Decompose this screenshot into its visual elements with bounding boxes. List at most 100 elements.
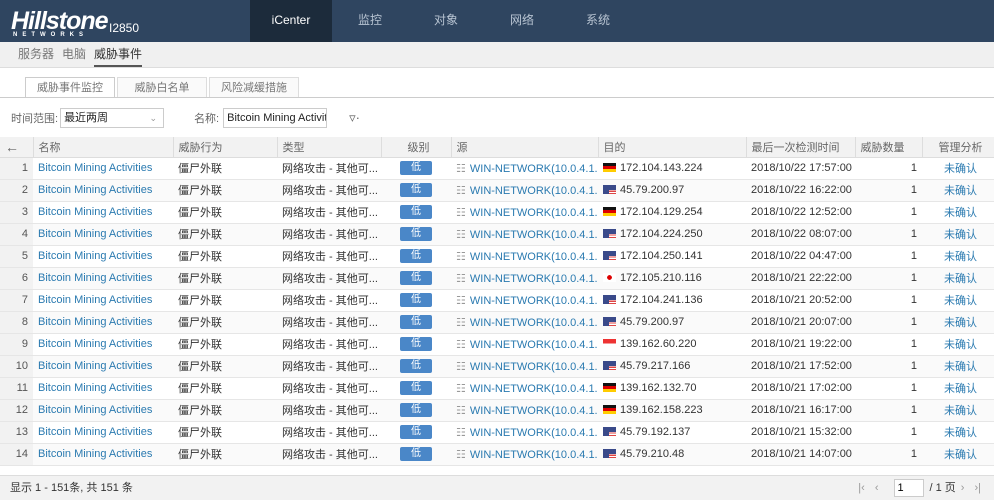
source-link[interactable]: WIN-NETWORK(10.0.4.1... <box>470 405 598 417</box>
nav-system[interactable]: 系统 <box>560 0 636 42</box>
threat-type: 网络攻击 - 其他可... <box>277 179 381 202</box>
source-link[interactable]: WIN-NETWORK(10.0.4.1... <box>470 273 598 285</box>
funnel-icon[interactable]: ▿· <box>349 110 360 126</box>
first-page-icon[interactable]: |‹ <box>858 476 865 500</box>
back-arrow-icon[interactable]: ← <box>0 137 34 158</box>
source-link[interactable]: WIN-NETWORK(10.0.4.1... <box>470 163 598 175</box>
threat-type: 网络攻击 - 其他可... <box>277 355 381 378</box>
source-link[interactable]: WIN-NETWORK(10.0.4.1... <box>470 295 598 307</box>
table-row[interactable]: 6 Bitcoin Mining Activities 僵尸外联 网络攻击 - … <box>0 267 994 290</box>
source-link[interactable]: WIN-NETWORK(10.0.4.1... <box>470 229 598 241</box>
analysis-status-link[interactable]: 未确认 <box>922 333 994 356</box>
event-name-link[interactable]: Bitcoin Mining Activities <box>33 443 173 466</box>
event-name-link[interactable]: Bitcoin Mining Activities <box>33 421 173 444</box>
table-row[interactable]: 11 Bitcoin Mining Activities 僵尸外联 网络攻击 -… <box>0 377 994 400</box>
nav-icenter[interactable]: iCenter <box>250 0 332 42</box>
level-badge: 低 <box>400 447 432 461</box>
nav-monitor[interactable]: 监控 <box>332 0 408 42</box>
source-link[interactable]: WIN-NETWORK(10.0.4.1... <box>470 339 598 351</box>
analysis-status-link[interactable]: 未确认 <box>922 289 994 312</box>
table-row[interactable]: 8 Bitcoin Mining Activities 僵尸外联 网络攻击 - … <box>0 311 994 334</box>
tab-mitigation[interactable]: 风险减缓措施 <box>209 77 299 98</box>
analysis-status-link[interactable]: 未确认 <box>922 267 994 290</box>
source-link[interactable]: WIN-NETWORK(10.0.4.1... <box>470 449 598 461</box>
destination-ip: 172.104.143.224 <box>620 162 703 174</box>
analysis-status-link[interactable]: 未确认 <box>922 443 994 466</box>
event-name-link[interactable]: Bitcoin Mining Activities <box>33 179 173 202</box>
analysis-status-link[interactable]: 未确认 <box>922 355 994 378</box>
event-name-link[interactable]: Bitcoin Mining Activities <box>33 399 173 422</box>
threat-count: 1 <box>855 267 922 290</box>
network-icon: ☷ <box>456 426 466 439</box>
event-name-link[interactable]: Bitcoin Mining Activities <box>33 267 173 290</box>
time-range-select[interactable]: 最近两周 ⌄ <box>60 108 165 128</box>
network-icon: ☷ <box>456 360 466 373</box>
subnav-servers[interactable]: 服务器 <box>18 42 54 67</box>
analysis-status-link[interactable]: 未确认 <box>922 157 994 180</box>
table-row[interactable]: 9 Bitcoin Mining Activities 僵尸外联 网络攻击 - … <box>0 333 994 356</box>
source-link[interactable]: WIN-NETWORK(10.0.4.1... <box>470 317 598 329</box>
col-type[interactable]: 类型 <box>277 137 382 158</box>
event-name-link[interactable]: Bitcoin Mining Activities <box>33 377 173 400</box>
last-page-icon[interactable]: ›| <box>974 476 981 500</box>
col-source[interactable]: 源 <box>451 137 599 158</box>
source-link[interactable]: WIN-NETWORK(10.0.4.1... <box>470 427 598 439</box>
analysis-status-link[interactable]: 未确认 <box>922 399 994 422</box>
table-row[interactable]: 10 Bitcoin Mining Activities 僵尸外联 网络攻击 -… <box>0 355 994 378</box>
analysis-status-link[interactable]: 未确认 <box>922 245 994 268</box>
analysis-status-link[interactable]: 未确认 <box>922 311 994 334</box>
table-row[interactable]: 5 Bitcoin Mining Activities 僵尸外联 网络攻击 - … <box>0 245 994 268</box>
analysis-status-link[interactable]: 未确认 <box>922 179 994 202</box>
table-row[interactable]: 12 Bitcoin Mining Activities 僵尸外联 网络攻击 -… <box>0 399 994 422</box>
table-row[interactable]: 4 Bitcoin Mining Activities 僵尸外联 网络攻击 - … <box>0 223 994 246</box>
event-name-link[interactable]: Bitcoin Mining Activities <box>33 333 173 356</box>
source-link[interactable]: WIN-NETWORK(10.0.4.1... <box>470 185 598 197</box>
table-row[interactable]: 14 Bitcoin Mining Activities 僵尸外联 网络攻击 -… <box>0 443 994 466</box>
tab-threat-monitor[interactable]: 威胁事件监控 <box>25 77 115 98</box>
table-row[interactable]: 2 Bitcoin Mining Activities 僵尸外联 网络攻击 - … <box>0 179 994 202</box>
table-row[interactable]: 7 Bitcoin Mining Activities 僵尸外联 网络攻击 - … <box>0 289 994 312</box>
source-link[interactable]: WIN-NETWORK(10.0.4.1... <box>470 383 598 395</box>
event-name-link[interactable]: Bitcoin Mining Activities <box>33 289 173 312</box>
event-name-link[interactable]: Bitcoin Mining Activities <box>33 201 173 224</box>
nav-network[interactable]: 网络 <box>484 0 560 42</box>
source-link[interactable]: WIN-NETWORK(10.0.4.1... <box>470 251 598 263</box>
source-link[interactable]: WIN-NETWORK(10.0.4.1... <box>470 207 598 219</box>
col-count[interactable]: 威胁数量 <box>855 137 923 158</box>
page-input[interactable] <box>893 479 924 497</box>
level-badge: 低 <box>400 315 432 329</box>
col-level[interactable]: 级别 <box>381 137 452 158</box>
table-row[interactable]: 13 Bitcoin Mining Activities 僵尸外联 网络攻击 -… <box>0 421 994 444</box>
analysis-status-link[interactable]: 未确认 <box>922 421 994 444</box>
col-last-detected[interactable]: 最后一次检测时间 <box>746 137 856 158</box>
analysis-status-link[interactable]: 未确认 <box>922 377 994 400</box>
last-detected-time: 2018/10/22 16:22:00 <box>746 179 855 202</box>
event-name-link[interactable]: Bitcoin Mining Activities <box>33 223 173 246</box>
tabs: 威胁事件监控 威胁白名单 风险减缓措施 <box>25 77 301 98</box>
prev-page-icon[interactable]: ‹ <box>875 476 879 500</box>
name-filter-input[interactable]: Bitcoin Mining Activities <box>223 108 328 128</box>
col-analysis[interactable]: 管理分析 <box>922 137 994 158</box>
event-name-link[interactable]: Bitcoin Mining Activities <box>33 311 173 334</box>
row-number: 14 <box>0 443 33 466</box>
event-name-link[interactable]: Bitcoin Mining Activities <box>33 245 173 268</box>
subnav-threat-events[interactable]: 威胁事件 <box>94 42 143 67</box>
source-link[interactable]: WIN-NETWORK(10.0.4.1... <box>470 361 598 373</box>
event-name-link[interactable]: Bitcoin Mining Activities <box>33 355 173 378</box>
col-destination[interactable]: 目的 <box>598 137 747 158</box>
next-page-icon[interactable]: › <box>961 476 965 500</box>
table-row[interactable]: 1 Bitcoin Mining Activities 僵尸外联 网络攻击 - … <box>0 157 994 180</box>
flag-de-icon <box>603 207 616 216</box>
tab-whitelist[interactable]: 威胁白名单 <box>117 77 207 98</box>
threat-behavior: 僵尸外联 <box>173 289 277 312</box>
flag-us-icon <box>603 361 616 370</box>
analysis-status-link[interactable]: 未确认 <box>922 223 994 246</box>
col-behavior[interactable]: 威胁行为 <box>173 137 278 158</box>
col-name[interactable]: 名称 <box>33 137 174 158</box>
event-name-link[interactable]: Bitcoin Mining Activities <box>33 157 173 180</box>
table-row[interactable]: 3 Bitcoin Mining Activities 僵尸外联 网络攻击 - … <box>0 201 994 224</box>
destination-ip: 45.79.192.137 <box>620 426 691 438</box>
subnav-computers[interactable]: 电脑 <box>62 42 86 67</box>
analysis-status-link[interactable]: 未确认 <box>922 201 994 224</box>
nav-objects[interactable]: 对象 <box>408 0 484 42</box>
